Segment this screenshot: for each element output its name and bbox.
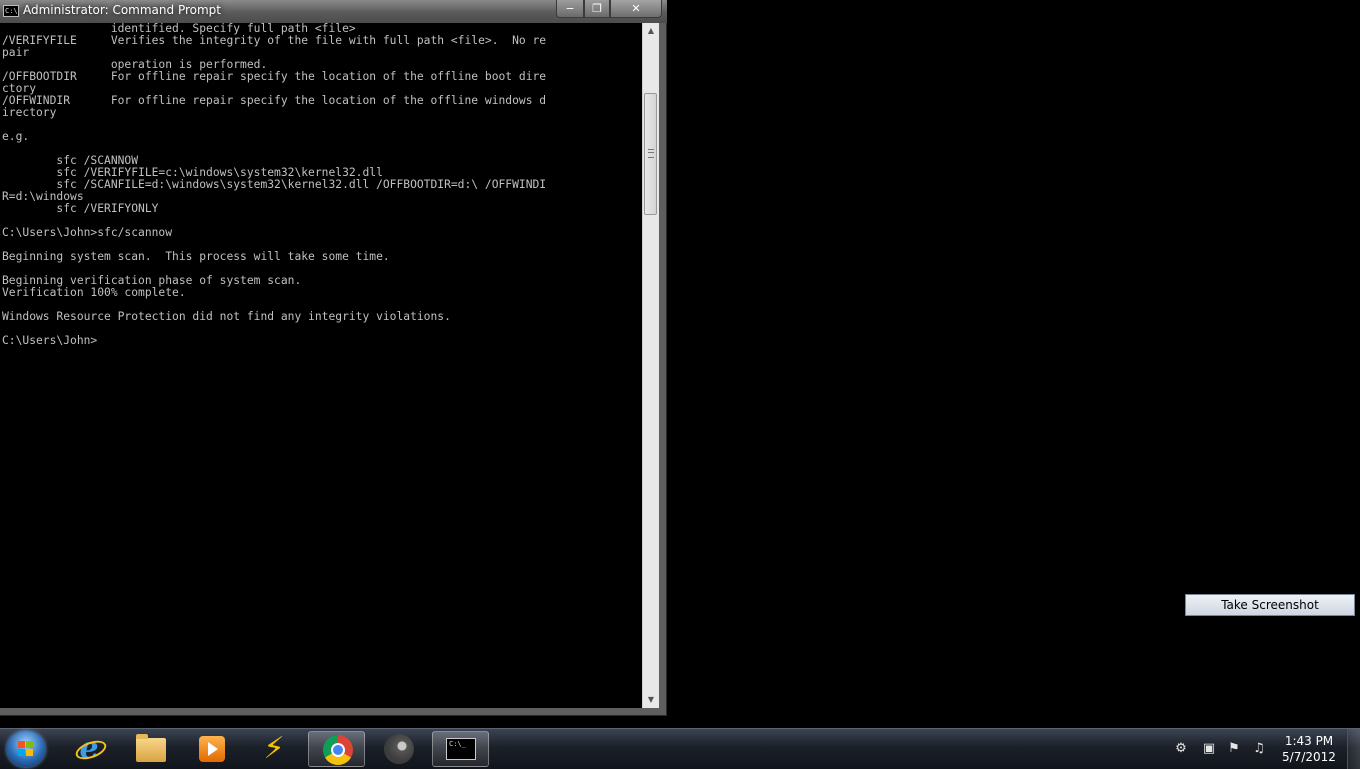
scroll-thumb[interactable] <box>644 93 657 215</box>
show-desktop-button[interactable] <box>1347 729 1360 769</box>
taskbar-winamp[interactable]: ⚡ <box>245 731 302 767</box>
clock-time: 1:43 PM <box>1284 734 1334 748</box>
volume-icon[interactable]: ♫ <box>1251 741 1267 757</box>
taskbar-windows-explorer[interactable] <box>122 731 179 767</box>
console-output[interactable]: identified. Specify full path <file> /VE… <box>0 23 642 708</box>
clock-date: 5/7/2012 <box>1282 750 1336 764</box>
title-bar[interactable]: C:\ Administrator: Command Prompt − ❐ ✕ <box>0 0 667 23</box>
internet-explorer-icon: e <box>73 734 109 764</box>
start-button[interactable] <box>7 731 45 767</box>
command-prompt-icon[interactable]: C:\ <box>3 5 19 17</box>
window-title: Administrator: Command Prompt <box>23 3 221 17</box>
network-icon[interactable]: ▣ <box>1201 741 1217 757</box>
minimize-button[interactable]: − <box>556 0 584 18</box>
taskbar: e ⚡ C:\_ ⚙ ▣ ⚑ ♫ 1:43 PM 5/7/2012 <box>0 728 1360 769</box>
take-screenshot-button[interactable]: Take Screenshot <box>1185 594 1355 616</box>
close-button[interactable]: ✕ <box>610 0 662 18</box>
chrome-icon <box>323 735 353 765</box>
command-prompt-icon: C:\_ <box>446 738 476 760</box>
taskbar-windows-media-player[interactable] <box>183 731 240 767</box>
steam-icon <box>384 734 414 764</box>
action-center-icon[interactable]: ⚙ <box>1173 741 1189 757</box>
console-text: identified. Specify full path <file> /VE… <box>2 23 547 347</box>
vertical-scrollbar[interactable]: ▲ ▼ <box>642 23 659 708</box>
media-player-icon <box>199 736 225 762</box>
taskbar-google-chrome[interactable] <box>308 731 365 767</box>
windows-logo-icon <box>18 741 34 757</box>
taskbar-command-prompt[interactable]: C:\_ <box>432 731 489 767</box>
scroll-up-arrow-icon[interactable]: ▲ <box>643 23 659 39</box>
folder-icon <box>136 734 166 762</box>
flag-icon[interactable]: ⚑ <box>1226 741 1242 757</box>
grip-icon <box>648 149 654 158</box>
caption-buttons: − ❐ ✕ <box>556 0 662 19</box>
maximize-button[interactable]: ❐ <box>584 0 610 18</box>
winamp-icon: ⚡ <box>263 731 285 766</box>
command-prompt-window[interactable]: C:\ Administrator: Command Prompt − ❐ ✕ … <box>0 0 667 716</box>
clock[interactable]: 1:43 PM 5/7/2012 <box>1280 733 1338 765</box>
taskbar-steam[interactable] <box>370 731 427 767</box>
scroll-down-arrow-icon[interactable]: ▼ <box>643 692 659 708</box>
taskbar-internet-explorer[interactable]: e <box>60 731 117 767</box>
